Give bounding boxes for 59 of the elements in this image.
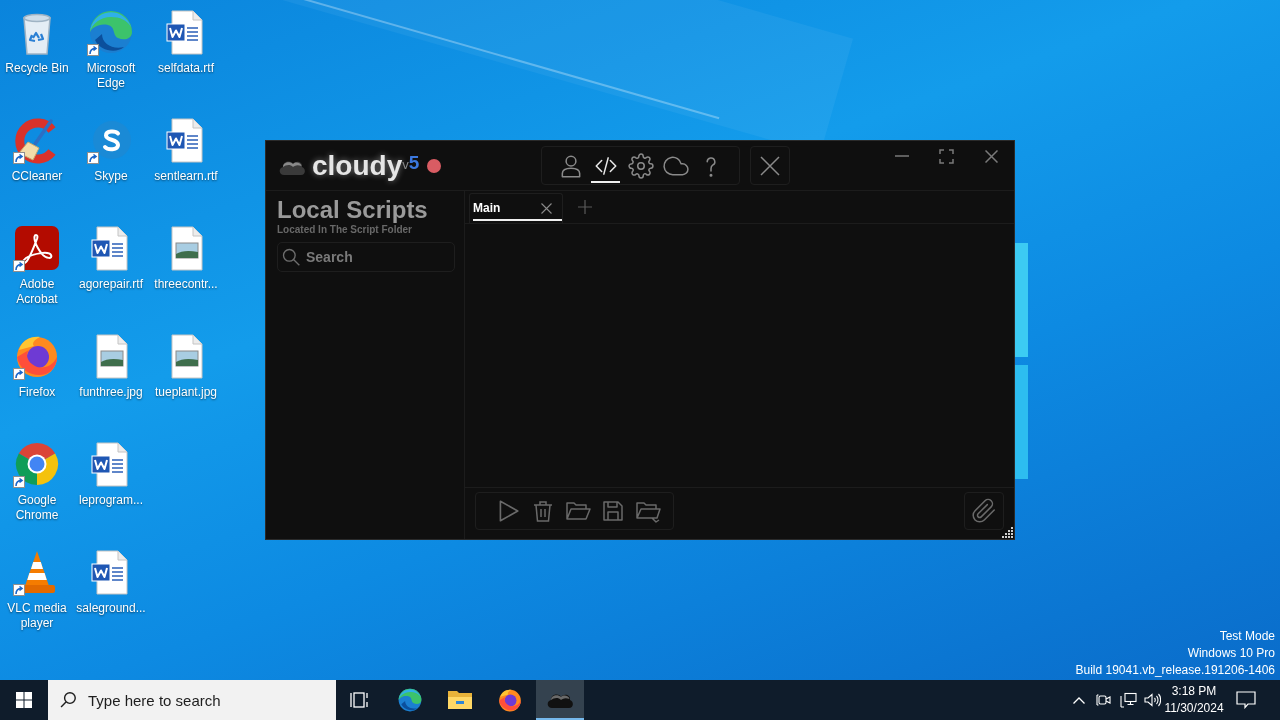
desktop-item[interactable]: CCleaner: [0, 110, 74, 218]
settings-icon: [627, 152, 654, 179]
task-view-icon: [350, 690, 370, 710]
desktop-item[interactable]: Skype: [74, 110, 148, 218]
desktop-item[interactable]: Recycle Bin: [0, 2, 74, 110]
firefox-logo-icon: [497, 687, 523, 713]
paperclip-icon: [971, 498, 997, 524]
desktop-item[interactable]: agorepair.rtf: [74, 218, 148, 326]
desktop-item[interactable]: saleground...: [74, 542, 148, 650]
clock-time[interactable]: 3:18 PM: [1171, 683, 1217, 700]
network-icon: [1119, 692, 1137, 708]
taskbar-search-field[interactable]: Type here to search: [48, 680, 336, 720]
status-dot-icon: [427, 158, 442, 173]
resize-grip-icon[interactable]: [1002, 527, 1013, 538]
close-icon: [985, 149, 998, 163]
desktop-item[interactable]: Microsoft Edge: [74, 2, 148, 110]
windows-logo-icon: [16, 692, 32, 708]
camera-icon: [1096, 692, 1112, 708]
system-notice-text: Windows 10 Pro: [1187, 645, 1275, 662]
notification-icon: [1236, 691, 1256, 709]
close-icon: [541, 203, 552, 214]
system-notice-text: Build 19041.vb_release.191206-1406: [1075, 662, 1275, 679]
desktop-item[interactable]: funthree.jpg: [74, 326, 148, 434]
speaker-icon: [1143, 692, 1161, 708]
folder-icon: [564, 499, 591, 523]
taskbar-button[interactable]: [536, 680, 584, 720]
chevron-up-icon: [1073, 696, 1085, 704]
edge-logo-icon: [87, 8, 135, 56]
sidebar-subtitle: Located In The Script Folder: [277, 224, 413, 236]
desktop-item[interactable]: tueplant.jpg: [148, 326, 224, 434]
desktop-item[interactable]: Google Chrome: [0, 434, 74, 542]
search-icon: [281, 247, 301, 267]
minimize-icon: [894, 155, 909, 157]
system-notice-text: Test Mode: [1219, 628, 1275, 645]
sidebar-title: Local Scripts: [277, 196, 429, 224]
folder-icon: [447, 688, 473, 712]
attach-button[interactable]: [964, 492, 1004, 530]
desktop-item[interactable]: Firefox: [0, 326, 74, 434]
close-icon: [758, 153, 782, 178]
version-label: v5: [402, 150, 420, 173]
folder-arrow-icon: [634, 499, 661, 523]
editor-tab[interactable]: Main: [469, 193, 563, 223]
clock-date[interactable]: 11/30/2024: [1164, 700, 1224, 717]
desktop-item[interactable]: selfdata.rtf: [148, 2, 224, 110]
desktop-item[interactable]: sentlearn.rtf: [148, 110, 224, 218]
search-icon: [60, 691, 77, 708]
save-icon: [600, 499, 625, 523]
chrome-logo-icon: [13, 440, 61, 488]
app-logo-text: cloudy: [312, 151, 403, 180]
edge-logo-icon: [397, 687, 423, 713]
desktop-item[interactable]: VLC media player: [0, 542, 74, 650]
acrobat-logo-icon: [13, 224, 61, 272]
desktop-item[interactable]: leprogram...: [74, 434, 148, 542]
close-button[interactable]: [750, 146, 790, 185]
maximize-icon: [939, 148, 954, 164]
search-field[interactable]: Search: [277, 242, 455, 272]
desktop-item[interactable]: Adobe Acrobat: [0, 218, 74, 326]
desktop-item[interactable]: threecontr...: [148, 218, 224, 326]
plus-icon: [578, 200, 592, 214]
